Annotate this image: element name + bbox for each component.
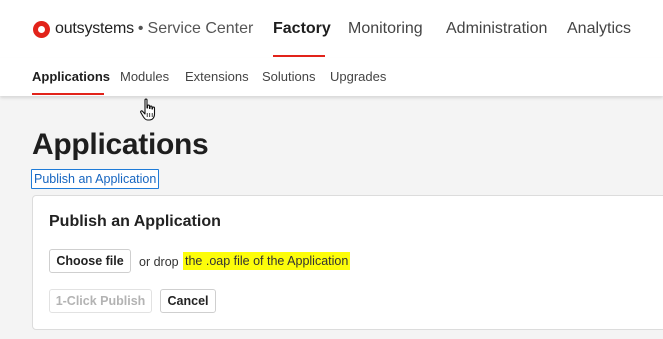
logo[interactable]: outsystems • Service Center — [33, 20, 253, 38]
card-title: Publish an Application — [49, 213, 221, 230]
sub-nav: Applications Modules Extensions Solution… — [0, 58, 663, 96]
logo-product-text: Service Center — [147, 20, 254, 37]
cancel-button[interactable]: Cancel — [160, 289, 216, 313]
subnav-applications[interactable]: Applications — [32, 69, 110, 84]
publish-application-link[interactable]: Publish an Application — [31, 169, 160, 189]
top-header: outsystems • Service Center Factory Moni… — [0, 0, 663, 59]
nav-monitoring[interactable]: Monitoring — [348, 20, 423, 38]
publish-application-card: Publish an Application Choose file or dr… — [32, 195, 663, 330]
subnav-solutions[interactable]: Solutions — [262, 69, 315, 84]
nav-active-indicator — [273, 55, 325, 57]
page-title: Applications — [32, 128, 209, 161]
logo-brand-text: outsystems — [55, 20, 134, 37]
nav-analytics[interactable]: Analytics — [567, 20, 631, 38]
hand-pointer-icon — [140, 98, 156, 121]
drop-prefix-text: or drop — [139, 255, 179, 269]
logo-separator: • — [137, 20, 144, 37]
drop-zone-hint[interactable]: the .oap file of the Application — [183, 252, 351, 270]
one-click-publish-button[interactable]: 1-Click Publish — [49, 289, 152, 313]
choose-file-button[interactable]: Choose file — [49, 249, 131, 273]
outsystems-logo-icon — [33, 20, 50, 38]
subnav-modules[interactable]: Modules — [120, 69, 169, 84]
nav-factory[interactable]: Factory — [273, 20, 331, 38]
nav-administration[interactable]: Administration — [446, 20, 547, 38]
subnav-active-indicator — [32, 93, 104, 95]
subnav-extensions[interactable]: Extensions — [185, 69, 249, 84]
subnav-upgrades[interactable]: Upgrades — [330, 69, 386, 84]
